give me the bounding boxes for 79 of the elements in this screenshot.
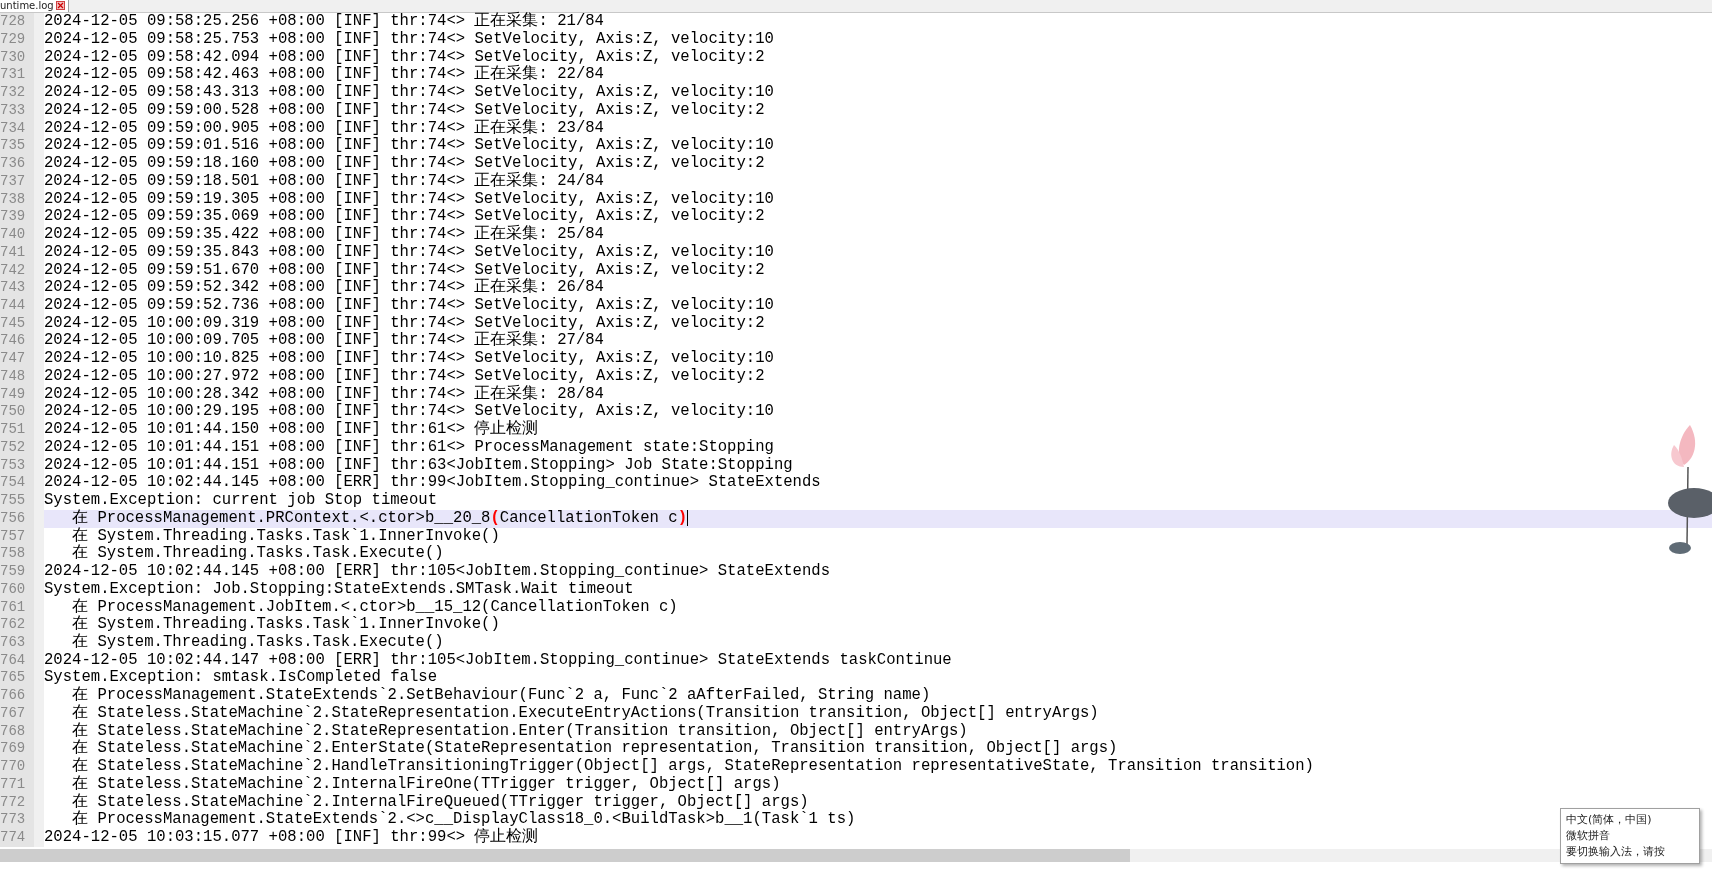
popup-text: 要切换输入法，请按 xyxy=(1566,844,1666,860)
line-number: 750 xyxy=(0,403,44,422)
line-number: 731 xyxy=(0,66,44,85)
line-number: 766 xyxy=(0,687,44,705)
close-icon[interactable] xyxy=(55,1,65,11)
line-number: 740 xyxy=(0,226,44,244)
log-line: 在 Stateless.StateMachine`2.InternalFireOne(TTrigger trigger, Object[] args) xyxy=(71,775,781,793)
log-line: 2024-12-05 10:01:44.150 +08:00 [INF] thr:61<> 停止检测 xyxy=(44,421,539,439)
log-line: 2024-12-05 09:59:35.069 +08:00 [INF] thr:74<> SetVelocity, Axis:Z, velocity:2 xyxy=(44,208,765,226)
log-line: 2024-12-05 09:58:42.094 +08:00 [INF] thr:74<> SetVelocity, Axis:Z, velocity:2 xyxy=(44,48,765,66)
log-line: 2024-12-05 09:59:00.528 +08:00 [INF] thr:74<> SetVelocity, Axis:Z, velocity:2 xyxy=(44,101,765,119)
line-number: 754 xyxy=(0,474,44,493)
log-line: 在 ProcessManagement.PRContext.<.ctor>b__20_8(CancellationToken c) xyxy=(71,509,687,527)
log-line: 在 Stateless.StateMachine`2.InternalFireQueued(TTrigger trigger, Object[] args) xyxy=(71,793,809,811)
log-line: 2024-12-05 09:59:52.342 +08:00 [INF] thr:74<> 正在采集: 26/84 xyxy=(44,279,604,297)
log-line: 2024-12-05 10:03:15.077 +08:00 [INF] thr:99<> 停止检测 xyxy=(44,829,539,847)
log-line: System.Exception: current job Stop timeout xyxy=(44,492,438,510)
line-number: 729 xyxy=(0,31,44,49)
log-line: 2024-12-05 09:59:00.905 +08:00 [INF] thr:74<> 正在采集: 23/84 xyxy=(44,119,604,137)
line-number: 755 xyxy=(0,492,44,510)
log-line: System.Exception: smtask.IsCompleted false xyxy=(44,669,438,687)
log-line: 2024-12-05 10:02:44.145 +08:00 [ERR] thr:105<JobItem.Stopping_continue> StateExtends xyxy=(44,563,831,581)
line-number: 765 xyxy=(0,669,44,688)
log-line: 2024-12-05 10:01:44.151 +08:00 [INF] thr:63<JobItem.Stopping> Job State:Stopping xyxy=(44,456,793,474)
log-line: 2024-12-05 10:00:27.972 +08:00 [INF] thr:74<> SetVelocity, Axis:Z, velocity:2 xyxy=(44,367,765,385)
line-number: 762 xyxy=(0,616,44,634)
log-line: System.Exception: Job.Stopping:StateExtends.SMTask.Wait timeout xyxy=(44,580,634,598)
line-number: 770 xyxy=(0,758,44,776)
log-line: 2024-12-05 09:59:51.670 +08:00 [INF] thr:74<> SetVelocity, Axis:Z, velocity:2 xyxy=(44,261,765,279)
log-line: 在 ProcessManagement.StateExtends`2.SetBehaviour(Func`2 a, Func`2 aAfterFailed, String name) xyxy=(71,687,931,705)
line-number: 735 xyxy=(0,137,44,156)
line-number: 758 xyxy=(0,545,44,564)
line-number: 732 xyxy=(0,84,44,102)
log-line: 2024-12-05 09:59:52.736 +08:00 [INF] thr:74<> SetVelocity, Axis:Z, velocity:10 xyxy=(44,297,774,315)
log-line: 在 Stateless.StateMachine`2.StateRepresentation.Enter(Transition transition, Object[] entryArgs) xyxy=(71,722,968,740)
popup-text: 中文(简体，中国) xyxy=(1566,812,1653,828)
log-line: 在 System.Threading.Tasks.Task.Execute() xyxy=(71,545,444,563)
line-number: 728 xyxy=(0,13,44,31)
popup-text: 微软拼音 xyxy=(1566,828,1611,844)
log-line: 在 Stateless.StateMachine`2.EnterState(StateRepresentation representation, Transition transition, Object[] args) xyxy=(71,740,1118,758)
line-number: 774 xyxy=(0,829,44,847)
line-number: 751 xyxy=(0,421,44,439)
line-number: 769 xyxy=(0,740,44,759)
log-line: 2024-12-05 10:00:09.705 +08:00 [INF] thr:74<> 正在采集: 27/84 xyxy=(44,332,604,350)
log-line: 在 System.Threading.Tasks.Task`1.InnerInvoke() xyxy=(71,527,500,545)
file-tab[interactable]: untime.log xyxy=(0,0,69,13)
line-number: 736 xyxy=(0,155,44,173)
log-line: 2024-12-05 10:02:44.145 +08:00 [ERR] thr:99<JobItem.Stopping_continue> StateExtends xyxy=(44,474,821,492)
log-line: 2024-12-05 09:59:18.501 +08:00 [INF] thr:74<> 正在采集: 24/84 xyxy=(44,172,604,191)
line-number: 739 xyxy=(0,208,44,227)
log-line: 2024-12-05 09:59:35.843 +08:00 [INF] thr:74<> SetVelocity, Axis:Z, velocity:10 xyxy=(44,243,774,262)
log-line: 在 System.Threading.Tasks.Task.Execute() xyxy=(71,633,444,652)
line-number: 759 xyxy=(0,563,44,581)
line-number: 773 xyxy=(0,811,44,830)
log-line: 2024-12-05 09:59:19.305 +08:00 [INF] thr:74<> SetVelocity, Axis:Z, velocity:10 xyxy=(44,190,774,208)
log-line: 2024-12-05 09:58:25.256 +08:00 [INF] thr:74<> 正在采集: 21/84 xyxy=(44,13,604,31)
log-line: 在 Stateless.StateMachine`2.StateRepresentation.ExecuteEntryActions(Transition transition, Object[] entryArgs) xyxy=(71,704,1099,722)
horizontal-scrollbar[interactable] xyxy=(0,848,1712,862)
log-line: 2024-12-05 09:58:43.313 +08:00 [INF] thr:74<> SetVelocity, Axis:Z, velocity:10 xyxy=(44,84,774,102)
line-number: 744 xyxy=(0,297,44,315)
log-line: 在 Stateless.StateMachine`2.HandleTransitioningTrigger(Object[] args, StateRepresentation representativeState, Transition transition) xyxy=(71,758,1314,776)
log-line: 2024-12-05 09:58:25.753 +08:00 [INF] thr:74<> SetVelocity, Axis:Z, velocity:10 xyxy=(44,31,774,49)
line-number: 743 xyxy=(0,279,44,297)
log-line: 2024-12-05 10:00:10.825 +08:00 [INF] thr:74<> SetVelocity, Axis:Z, velocity:10 xyxy=(44,350,774,368)
log-line: 2024-12-05 09:59:35.422 +08:00 [INF] thr:74<> 正在采集: 25/84 xyxy=(44,226,604,244)
log-line: 2024-12-05 10:01:44.151 +08:00 [INF] thr:61<> ProcessManagement state:Stopping xyxy=(44,438,774,457)
log-line: 2024-12-05 10:00:09.319 +08:00 [INF] thr:74<> SetVelocity, Axis:Z, velocity:2 xyxy=(44,314,765,332)
line-number: 746 xyxy=(0,332,44,351)
log-line: 2024-12-05 09:59:18.160 +08:00 [INF] thr:74<> SetVelocity, Axis:Z, velocity:2 xyxy=(44,155,765,173)
log-line: 2024-12-05 09:58:42.463 +08:00 [INF] thr:74<> 正在采集: 22/84 xyxy=(44,66,604,84)
log-line: 2024-12-05 10:02:44.147 +08:00 [ERR] thr:105<JobItem.Stopping_continue> StateExtends taskContinue xyxy=(44,651,952,669)
log-line: 在 ProcessManagement.JobItem.<.ctor>b__15_12(CancellationToken c) xyxy=(71,598,678,616)
log-line: 在 System.Threading.Tasks.Task`1.InnerInvoke() xyxy=(71,616,500,634)
log-line: 2024-12-05 09:59:01.516 +08:00 [INF] thr:74<> SetVelocity, Axis:Z, velocity:10 xyxy=(44,137,774,155)
log-line: 在 ProcessManagement.StateExtends`2.<>c__DisplayClass18_0.<BuildTask>b__1(Task`1 ts) xyxy=(71,811,856,829)
text-cursor xyxy=(687,509,688,526)
log-line: 2024-12-05 10:00:29.195 +08:00 [INF] thr:74<> SetVelocity, Axis:Z, velocity:10 xyxy=(44,403,774,421)
line-number: 747 xyxy=(0,350,44,368)
log-line: 2024-12-05 10:00:28.342 +08:00 [INF] thr:74<> 正在采集: 28/84 xyxy=(44,385,604,403)
